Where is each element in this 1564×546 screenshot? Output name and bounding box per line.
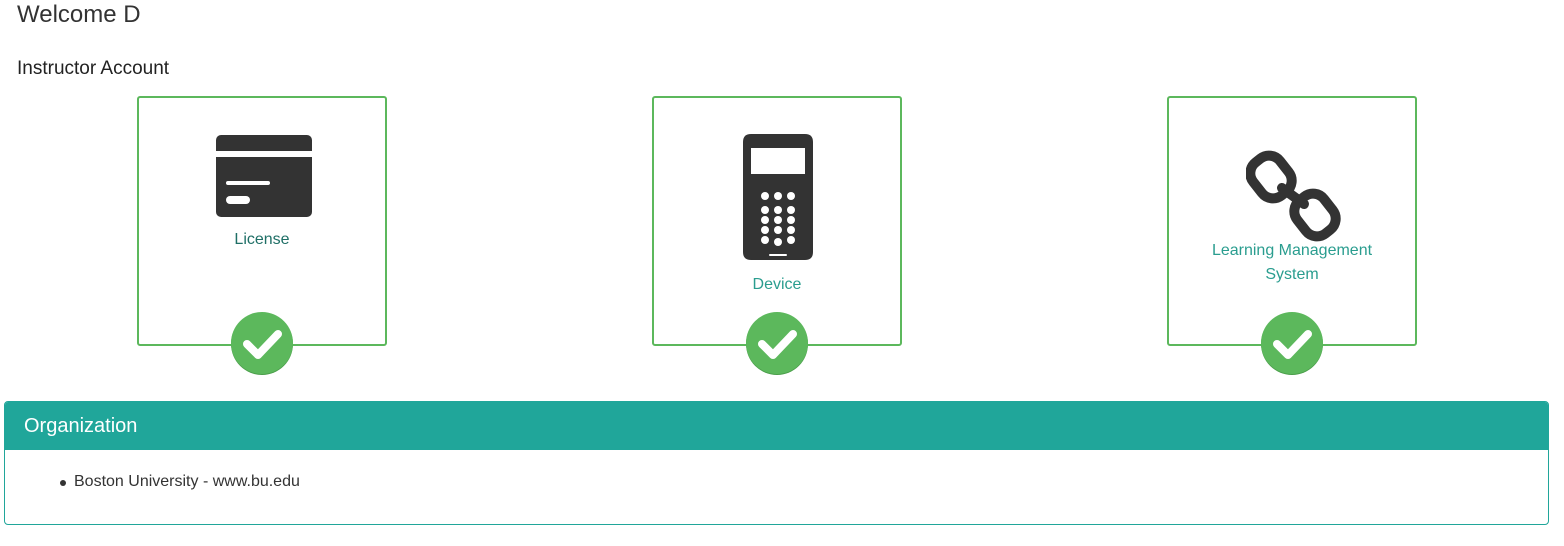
page: Welcome D Instructor Account License Dev… bbox=[0, 0, 1564, 546]
device-label: Device bbox=[752, 276, 802, 293]
lms-label-line2: System bbox=[1265, 266, 1319, 283]
license-label: License bbox=[234, 231, 290, 248]
device-tile[interactable]: Device bbox=[652, 96, 902, 374]
check-icon bbox=[243, 330, 282, 359]
bullet-icon bbox=[60, 480, 66, 486]
organization-list: Boston University - www.bu.edu bbox=[5, 470, 300, 494]
license-card-icon bbox=[216, 135, 312, 217]
device-status-badge bbox=[746, 312, 808, 374]
check-icon bbox=[758, 330, 797, 359]
account-type-label: Instructor Account bbox=[17, 58, 170, 79]
lms-tile[interactable]: Learning Management System bbox=[1167, 96, 1417, 374]
clicker-device-icon bbox=[743, 134, 813, 260]
organization-name: Boston University - www.bu.edu bbox=[74, 473, 300, 490]
license-status-badge bbox=[231, 312, 293, 374]
list-item: Boston University - www.bu.edu bbox=[5, 470, 300, 494]
license-tile[interactable]: License bbox=[137, 96, 387, 374]
lms-label-line1: Learning Management bbox=[1211, 242, 1373, 259]
welcome-heading: Welcome D bbox=[17, 1, 141, 28]
chain-link-icon bbox=[1246, 150, 1341, 242]
organization-panel-title: Organization bbox=[5, 402, 1548, 450]
organization-panel: Organization Boston University - www.bu.… bbox=[4, 401, 1549, 525]
check-icon bbox=[1273, 330, 1312, 359]
lms-status-badge bbox=[1261, 312, 1323, 374]
